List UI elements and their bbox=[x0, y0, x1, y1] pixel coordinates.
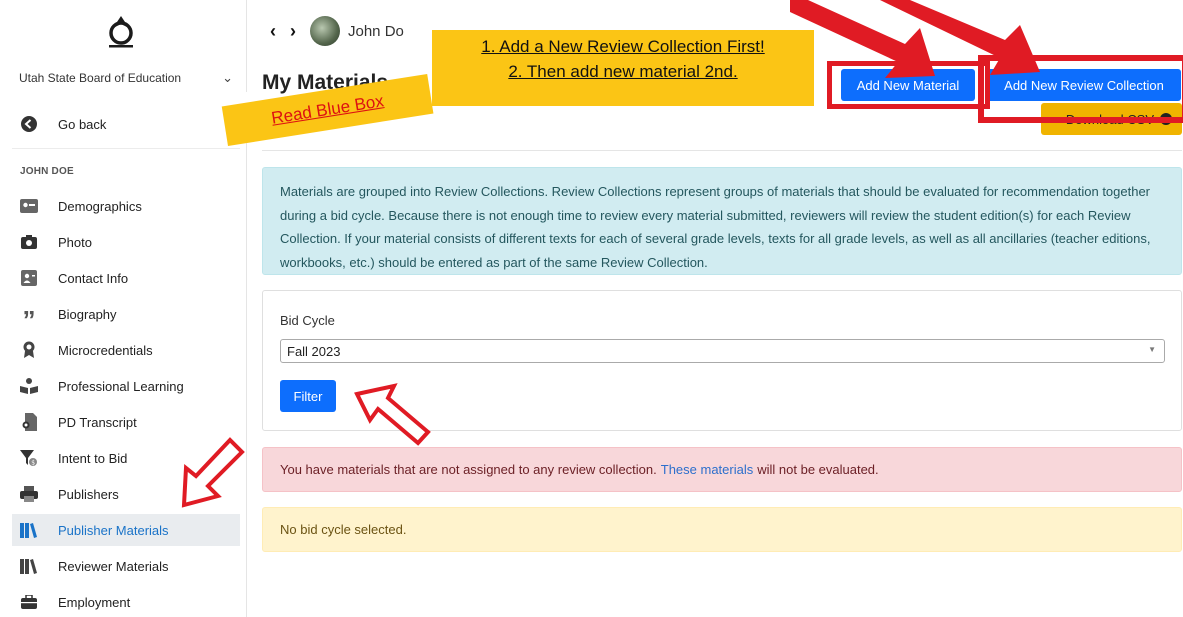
sidebar-item-label: Publishers bbox=[58, 486, 119, 502]
info-alert: Materials are grouped into Review Collec… bbox=[262, 167, 1182, 275]
sidebar-item-pd-transcript[interactable]: PD Transcript bbox=[12, 406, 240, 438]
bid-cycle-select[interactable]: Fall 2023 ▼ bbox=[280, 339, 1165, 363]
briefcase-icon bbox=[20, 593, 38, 611]
go-back-label: Go back bbox=[58, 116, 107, 132]
sidebar-user-heading: JOHN DOE bbox=[20, 166, 74, 177]
books-icon bbox=[20, 521, 38, 539]
instruction-callout: 1. Add a New Review Collection First! 2.… bbox=[432, 30, 814, 106]
sidebar-item-label: Contact Info bbox=[58, 270, 129, 286]
alert-text-start: You have materials that are not assigned… bbox=[280, 462, 657, 477]
sidebar-item-label: Biography bbox=[58, 306, 117, 322]
sidebar: Utah State Board of Education ⌄ Go back … bbox=[0, 0, 247, 617]
sidebar-item-label: Reviewer Materials bbox=[58, 558, 169, 574]
bid-cycle-selected-value: Fall 2023 bbox=[287, 343, 341, 359]
sidebar-item-employment[interactable]: Employment bbox=[12, 586, 240, 617]
sidebar-item-label: Professional Learning bbox=[58, 378, 184, 394]
header-user-name[interactable]: John Do bbox=[348, 23, 404, 40]
sidebar-item-label: Intent to Bid bbox=[58, 450, 128, 466]
highlight-frame-add-material bbox=[827, 61, 990, 109]
org-selector[interactable]: Utah State Board of Education ⌄ bbox=[19, 68, 239, 88]
arrow-left-circle-icon bbox=[20, 115, 38, 133]
award-icon bbox=[20, 341, 38, 359]
these-materials-link[interactable]: These materials bbox=[661, 462, 753, 477]
sidebar-item-professional-learning[interactable]: Professional Learning bbox=[12, 370, 240, 402]
reading-person-icon bbox=[20, 377, 38, 395]
funnel-dollar-icon: $ bbox=[20, 449, 38, 467]
top-navigation: ‹ › John Do bbox=[270, 14, 404, 48]
back-chevron-icon[interactable]: ‹ bbox=[270, 21, 276, 42]
bid-cycle-label: Bid Cycle bbox=[280, 313, 335, 328]
contact-card-icon bbox=[20, 269, 38, 287]
usbe-logo-icon[interactable] bbox=[103, 12, 139, 48]
avatar[interactable] bbox=[310, 16, 340, 46]
no-bid-cycle-alert: No bid cycle selected. bbox=[262, 507, 1182, 552]
quote-icon: ” bbox=[22, 305, 36, 335]
id-card-icon bbox=[20, 197, 38, 215]
caret-down-icon: ▼ bbox=[1148, 345, 1156, 354]
camera-icon bbox=[20, 233, 38, 251]
title-divider bbox=[262, 150, 1182, 151]
sidebar-item-label: Publisher Materials bbox=[58, 522, 169, 538]
unassigned-materials-alert: You have materials that are not assigned… bbox=[262, 447, 1182, 492]
sidebar-item-photo[interactable]: Photo bbox=[12, 226, 240, 258]
highlight-frame-add-collection bbox=[978, 55, 1183, 123]
instruction-step-1: 1. Add a New Review Collection First! bbox=[481, 37, 765, 56]
sidebar-item-biography[interactable]: ” Biography bbox=[12, 298, 240, 335]
sidebar-item-label: Employment bbox=[58, 594, 131, 610]
sidebar-item-reviewer-materials[interactable]: Reviewer Materials bbox=[12, 550, 240, 582]
sidebar-item-label: Microcredentials bbox=[58, 342, 153, 358]
certificate-icon bbox=[20, 413, 38, 431]
sidebar-item-publisher-materials[interactable]: Publisher Materials bbox=[12, 514, 240, 546]
svg-text:$: $ bbox=[31, 460, 35, 467]
sidebar-item-contact-info[interactable]: Contact Info bbox=[12, 262, 240, 294]
sidebar-item-demographics[interactable]: Demographics bbox=[12, 190, 240, 222]
sidebar-item-label: PD Transcript bbox=[58, 414, 137, 430]
filter-button[interactable]: Filter bbox=[280, 380, 336, 412]
sidebar-divider bbox=[12, 148, 240, 149]
sidebar-item-publishers[interactable]: Publishers bbox=[12, 478, 240, 510]
alert-text-end: will not be evaluated. bbox=[757, 462, 879, 477]
filter-card: Bid Cycle Fall 2023 ▼ Filter bbox=[262, 290, 1182, 431]
printer-icon bbox=[20, 485, 38, 503]
sidebar-item-label: Demographics bbox=[58, 198, 142, 214]
chevron-down-icon: ⌄ bbox=[222, 70, 233, 85]
instruction-step-2: 2. Then add new material 2nd. bbox=[508, 62, 738, 81]
sidebar-item-intent-to-bid[interactable]: $ Intent to Bid bbox=[12, 442, 240, 474]
forward-chevron-icon[interactable]: › bbox=[290, 21, 296, 42]
org-name: Utah State Board of Education bbox=[19, 71, 182, 85]
sidebar-item-label: Photo bbox=[58, 234, 92, 250]
sidebar-item-microcredentials[interactable]: Microcredentials bbox=[12, 334, 240, 366]
books-icon bbox=[20, 557, 38, 575]
